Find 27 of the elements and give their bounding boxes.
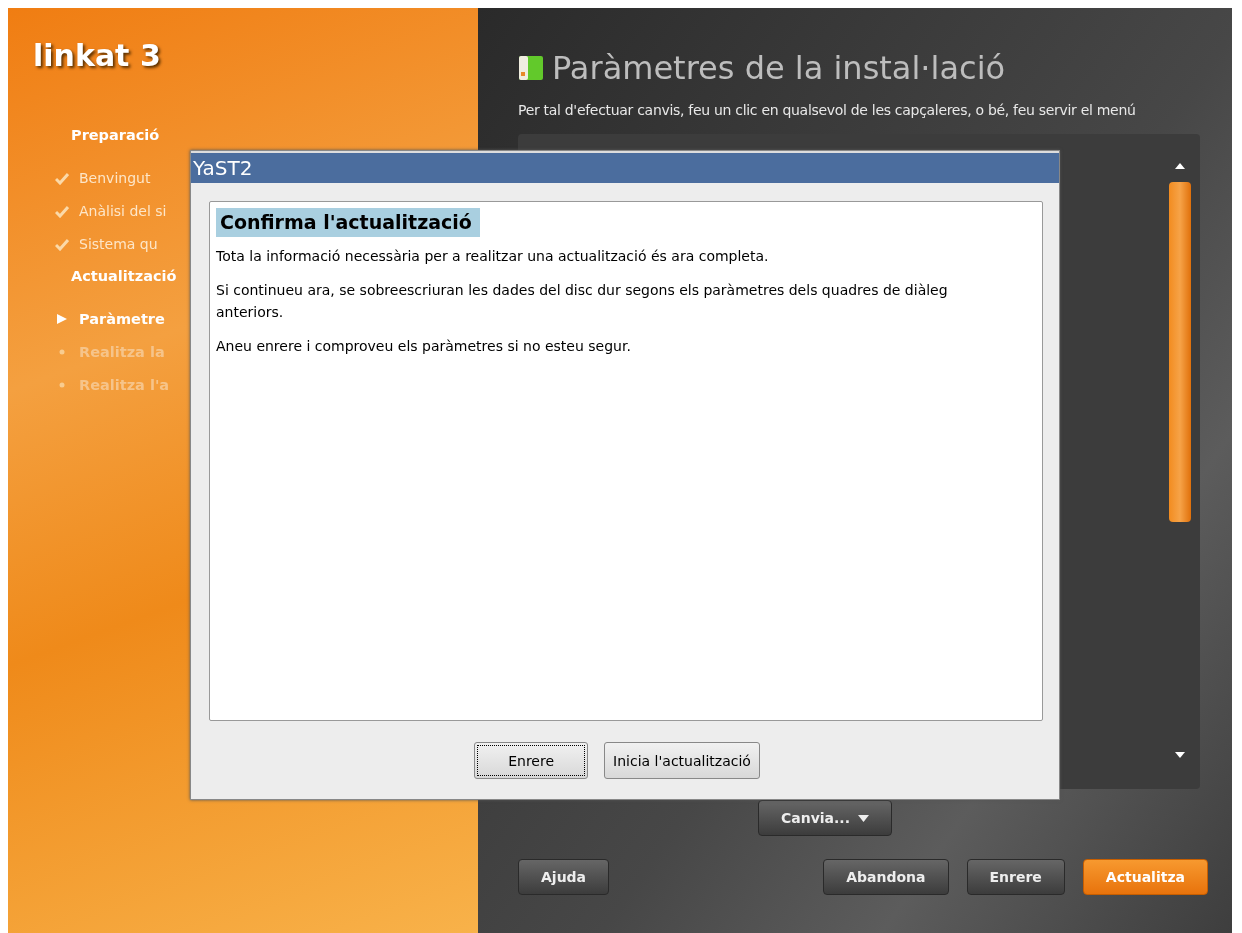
- message-text: Si continueu ara, se sobreescriuran les dades del disc dur segons els paràmetres dels quadres de diàleg anteriors.: [216, 281, 949, 322]
- wizard-button[interactable]: Abandona: [823, 859, 949, 895]
- step-label: Paràmetre: [79, 310, 165, 327]
- dialog-button[interactable]: Enrere: [474, 742, 589, 779]
- wizard-button[interactable]: Ajuda: [518, 859, 610, 895]
- section-heading: Preparació: [71, 127, 160, 143]
- step-label: Realitza l'a: [79, 376, 170, 393]
- step-label: Sistema qu: [79, 235, 158, 252]
- section-heading: Actualització: [71, 268, 177, 284]
- scrollbar-thumb[interactable]: [1169, 182, 1191, 522]
- message-text: Aneu enrere i comproveu els paràmetres si no esteu segur.: [216, 337, 632, 356]
- scroll-up-icon[interactable]: [1174, 162, 1186, 170]
- dialog-button[interactable]: Inicia l'actualització: [604, 742, 760, 779]
- step-label: Realitza la: [79, 343, 165, 360]
- step-label: Anàlisi del si: [79, 202, 167, 219]
- dropdown-caret-icon: [858, 814, 869, 822]
- instruction-text: Per tal d'efectuar canvis, feu un clic en qualsevol de les capçaleres, o bé, feu servir el menú: [518, 102, 1137, 118]
- app-logo: linkat 3: [33, 38, 161, 73]
- message-text: Tota la informació necessària per a realitzar una actualització és ara completa.: [216, 247, 770, 266]
- change-button[interactable]: Canvia...: [758, 800, 892, 836]
- page-title: Paràmetres de la instal·lació: [552, 49, 1006, 87]
- dialog-heading: Confirma l'actualització: [216, 208, 480, 237]
- dialog-title-bar: YaST2: [191, 151, 1059, 183]
- installer-icon: [518, 55, 544, 81]
- wizard-button[interactable]: Enrere: [966, 859, 1065, 895]
- scroll-down-icon[interactable]: [1174, 751, 1186, 759]
- step-label: Benvingut: [79, 169, 151, 186]
